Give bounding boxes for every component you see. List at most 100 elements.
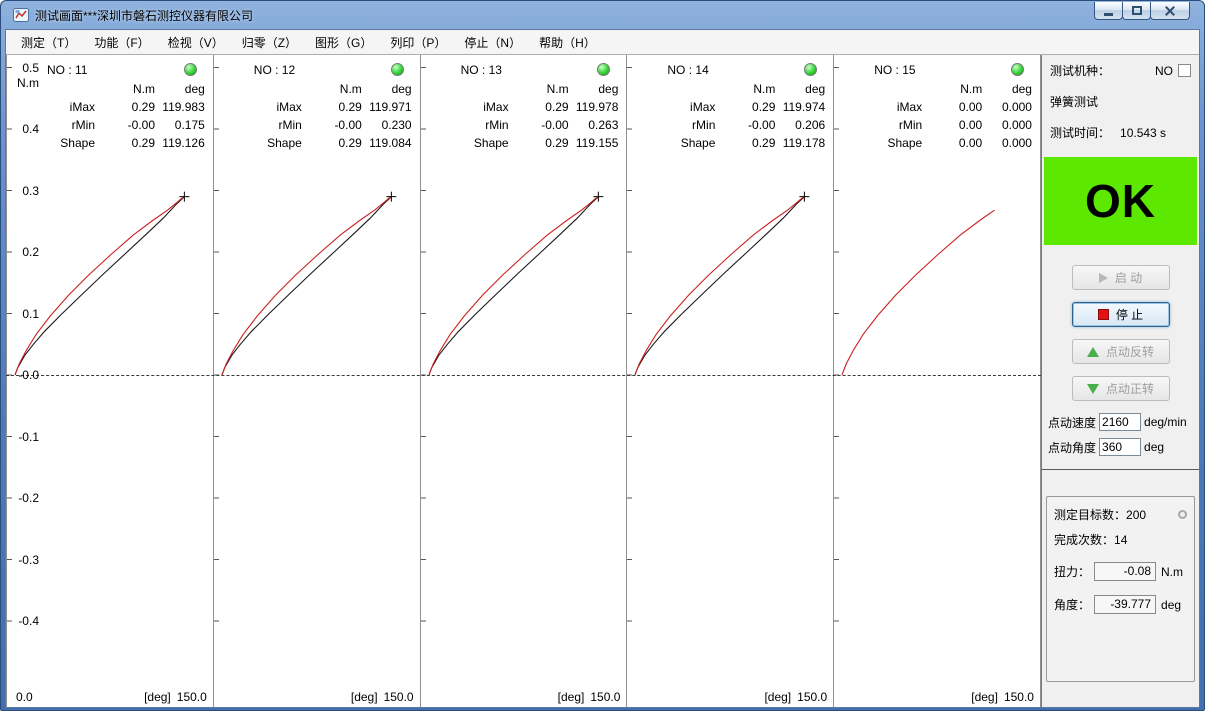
y-origin-label: 0.0 — [16, 690, 33, 704]
x-axis-labels: [deg] 150.0 — [351, 690, 414, 704]
minimize-icon — [1104, 13, 1113, 16]
target-count-label: 测定目标数： — [1054, 506, 1126, 523]
minimize-button[interactable] — [1094, 2, 1123, 20]
result-row: Shape0.29119.155 — [421, 134, 627, 152]
menu-item[interactable]: 列印（P） — [381, 31, 455, 54]
start-button[interactable]: 启 动 — [1072, 265, 1170, 290]
jog-speed-input[interactable] — [1099, 413, 1141, 431]
menu-item[interactable]: 帮助（H） — [530, 31, 605, 54]
angle-unit-header: deg — [155, 80, 213, 98]
jog-forward-button[interactable]: 点动正转 — [1072, 376, 1170, 401]
panel-number-label: NO : 11 — [47, 63, 87, 77]
menu-item[interactable]: 测定（T） — [12, 31, 85, 54]
menu-item[interactable]: 功能（F） — [85, 31, 158, 54]
torque-unit: N.m — [1161, 565, 1183, 579]
result-row: iMax0.29119.978 — [421, 98, 627, 116]
result-row: iMax0.29119.971 — [214, 98, 420, 116]
result-row: rMin-0.000.263 — [421, 116, 627, 134]
torque-unit-header: N.m — [922, 80, 982, 98]
completed-count-label: 完成次数： — [1054, 531, 1114, 548]
menu-item[interactable]: 停止（N） — [455, 31, 530, 54]
x-axis-unit-label: [deg] — [558, 690, 585, 704]
window-title: 测试画面***深圳市磐石测控仪器有限公司 — [35, 7, 253, 24]
panels-row: NO : 11 N.m deg iMax0.29119.983rMin-0.00… — [6, 55, 1041, 707]
menu-bar: 测定（T）功能（F）检视（V）归零（Z）图形（G）列印（P）停止（N）帮助（H） — [6, 30, 1199, 55]
result-table: N.m deg iMax0.29119.978rMin-0.000.263Sha… — [421, 80, 627, 152]
x-axis-labels: [deg] 150.0 — [764, 690, 827, 704]
result-row: Shape0.29119.178 — [627, 134, 833, 152]
app-body: 测定（T）功能（F）检视（V）归零（Z）图形（G）列印（P）停止（N）帮助（H）… — [5, 29, 1200, 708]
down-arrow-icon — [1087, 384, 1099, 394]
status-led-icon — [391, 63, 404, 76]
machine-type-checkbox[interactable] — [1178, 64, 1191, 77]
test-panel: NO : 15 N.m deg iMax0.000.000rMin0.000.0… — [834, 55, 1041, 707]
angle-label: 角度： — [1054, 596, 1090, 613]
jog-speed-label: 点动速度 — [1048, 414, 1096, 431]
angle-value: -39.777 — [1094, 595, 1156, 614]
jog-reverse-label: 点动反转 — [1106, 343, 1154, 360]
y-tick-label: -0.0 — [9, 368, 39, 382]
jog-forward-label: 点动正转 — [1106, 380, 1154, 397]
torque-angle-plot — [421, 55, 627, 707]
close-button[interactable] — [1150, 2, 1190, 20]
menu-item[interactable]: 图形（G） — [306, 31, 381, 54]
result-table: N.m deg iMax0.29119.974rMin-0.000.206Sha… — [627, 80, 833, 152]
start-button-label: 启 动 — [1115, 269, 1142, 286]
panel-number-label: NO : 13 — [461, 63, 502, 77]
app-window: 测试画面***深圳市磐石测控仪器有限公司 测定（T）功能（F）检视（V）归零（Z… — [0, 0, 1205, 711]
jog-speed-row: 点动速度 deg/min — [1042, 413, 1199, 431]
play-icon — [1099, 273, 1108, 283]
angle-unit-header: deg — [569, 80, 627, 98]
close-icon — [1164, 5, 1176, 17]
stop-button[interactable]: 停 止 — [1072, 302, 1170, 327]
result-table-header: N.m deg — [214, 80, 420, 98]
angle-unit: deg — [1161, 598, 1181, 612]
y-axis-unit-label: N.m — [9, 76, 39, 90]
app-icon — [13, 7, 29, 23]
torque-angle-plot — [834, 55, 1040, 707]
torque-label: 扭力： — [1054, 563, 1090, 580]
main-content: NO : 11 N.m deg iMax0.29119.983rMin-0.00… — [6, 55, 1199, 707]
y-tick-label: 0.4 — [9, 122, 39, 136]
jog-angle-unit: deg — [1144, 440, 1164, 454]
jog-angle-input[interactable] — [1099, 438, 1141, 456]
result-row: iMax0.29119.974 — [627, 98, 833, 116]
x-axis-max-label: 150.0 — [590, 690, 620, 704]
status-led-icon — [1011, 63, 1024, 76]
machine-type-value: NO — [1155, 64, 1173, 78]
torque-value: -0.08 — [1094, 562, 1156, 581]
test-info-section: 测试机种： NO 弹簧测试 测试时间： 10.543 s — [1042, 55, 1199, 155]
stop-icon — [1098, 309, 1109, 320]
completed-count-value: 14 — [1114, 533, 1127, 547]
result-row: Shape0.000.000 — [834, 134, 1040, 152]
menu-item[interactable]: 归零（Z） — [233, 31, 306, 54]
x-axis-unit-label: [deg] — [764, 690, 791, 704]
jog-speed-unit: deg/min — [1144, 415, 1187, 429]
x-axis-unit-label: [deg] — [971, 690, 998, 704]
stop-button-label: 停 止 — [1116, 306, 1143, 323]
target-indicator-icon — [1178, 510, 1187, 519]
title-bar[interactable]: 测试画面***深圳市磐石测控仪器有限公司 — [5, 1, 1200, 29]
torque-unit-header: N.m — [509, 80, 569, 98]
menu-item[interactable]: 检视（V） — [159, 31, 233, 54]
x-axis-unit-label: [deg] — [144, 690, 171, 704]
angle-unit-header: deg — [982, 80, 1040, 98]
maximize-button[interactable] — [1122, 2, 1151, 20]
control-sidebar: 测试机种： NO 弹簧测试 测试时间： 10.543 s OK — [1041, 55, 1199, 707]
window-controls — [1095, 2, 1190, 20]
y-tick-label: 0.5 — [9, 61, 39, 75]
jog-reverse-button[interactable]: 点动反转 — [1072, 339, 1170, 364]
result-row: rMin-0.000.206 — [627, 116, 833, 134]
y-tick-label: -0.2 — [9, 491, 39, 505]
status-led-icon — [804, 63, 817, 76]
measurement-summary: 测定目标数： 200 完成次数： 14 扭力： -0.08 N.m 角度： — [1046, 496, 1195, 682]
result-table-header: N.m deg — [834, 80, 1040, 98]
jog-angle-row: 点动角度 deg — [1042, 438, 1199, 456]
machine-type-label: 测试机种： — [1050, 62, 1110, 79]
x-axis-max-label: 150.0 — [797, 690, 827, 704]
result-table: N.m deg iMax0.29119.971rMin-0.000.230Sha… — [214, 80, 420, 152]
result-row: rMin-0.000.230 — [214, 116, 420, 134]
result-row: iMax0.000.000 — [834, 98, 1040, 116]
y-tick-label: -0.4 — [9, 614, 39, 628]
torque-unit-header: N.m — [95, 80, 155, 98]
